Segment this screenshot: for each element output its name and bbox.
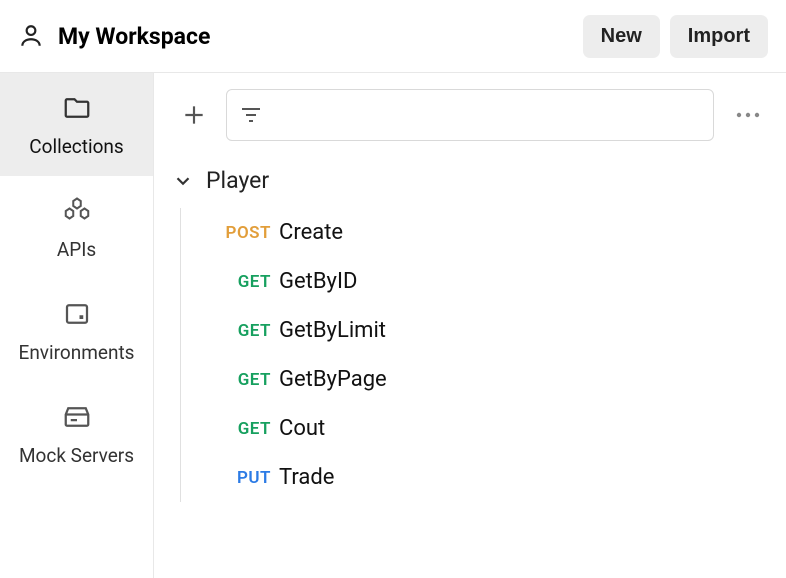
method-badge: GET [185, 370, 279, 390]
method-badge: PUT [185, 468, 279, 488]
request-item[interactable]: POST Create [185, 208, 772, 257]
filter-input[interactable] [226, 89, 714, 141]
add-button[interactable] [172, 93, 216, 137]
sidebar-item-label: Environments [19, 341, 135, 364]
folder-icon [62, 93, 92, 123]
sidebar-item-apis[interactable]: APIs [0, 176, 153, 279]
sidebar-item-mock-servers[interactable]: Mock Servers [0, 382, 153, 485]
collection-folder[interactable]: Player [172, 161, 772, 200]
request-item[interactable]: GET GetByPage [185, 355, 772, 404]
collection-tree: Player POST Create GET GetByID GET GetBy… [164, 151, 772, 502]
filter-icon [239, 103, 263, 127]
import-button[interactable]: Import [670, 15, 768, 58]
sidebar-item-label: Collections [29, 135, 123, 158]
request-item[interactable]: GET GetByID [185, 257, 772, 306]
header-left: My Workspace [18, 23, 210, 50]
header-right: New Import [583, 15, 768, 58]
sidebar-item-environments[interactable]: Environments [0, 279, 153, 382]
method-badge: GET [185, 272, 279, 292]
chevron-down-icon [172, 170, 194, 192]
server-icon [62, 402, 92, 432]
folder-name: Player [206, 167, 269, 194]
new-button[interactable]: New [583, 15, 660, 58]
hexagons-icon [62, 196, 92, 226]
plus-icon [181, 102, 207, 128]
main-toolbar [164, 83, 772, 151]
sidebar-item-label: Mock Servers [19, 444, 134, 467]
method-badge: GET [185, 419, 279, 439]
request-item[interactable]: GET GetByLimit [185, 306, 772, 355]
request-item[interactable]: GET Cout [185, 404, 772, 453]
request-item[interactable]: PUT Trade [185, 453, 772, 502]
request-name: Create [279, 220, 343, 245]
request-name: Trade [279, 465, 334, 490]
request-name: Cout [279, 416, 325, 441]
more-options-button[interactable] [724, 95, 772, 135]
sidebar-item-collections[interactable]: Collections [0, 73, 153, 176]
method-badge: POST [185, 223, 279, 243]
sidebar: Collections APIs Environments [0, 73, 154, 578]
person-icon [18, 23, 44, 49]
main: Player POST Create GET GetByID GET GetBy… [154, 73, 786, 578]
request-name: GetByPage [279, 367, 387, 392]
method-badge: GET [185, 321, 279, 341]
more-horizontal-icon [734, 105, 762, 125]
workspace-title[interactable]: My Workspace [58, 23, 210, 50]
header: My Workspace New Import [0, 0, 786, 72]
request-list: POST Create GET GetByID GET GetByLimit G… [180, 208, 772, 502]
request-name: GetByLimit [279, 318, 386, 343]
sidebar-item-label: APIs [57, 238, 96, 261]
body: Collections APIs Environments [0, 72, 786, 578]
environment-icon [62, 299, 92, 329]
request-name: GetByID [279, 269, 357, 294]
